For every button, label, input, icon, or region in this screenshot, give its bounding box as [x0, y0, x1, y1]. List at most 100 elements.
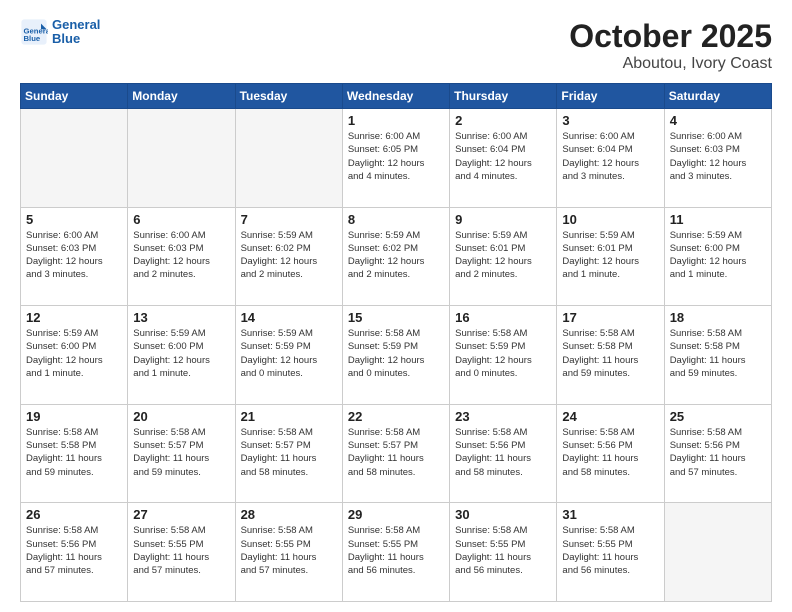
calendar-week-row: 12Sunrise: 5:59 AM Sunset: 6:00 PM Dayli…	[21, 306, 772, 405]
day-number: 19	[26, 409, 122, 424]
table-row: 8 Sunrise: 5:59 AM Sunset: 6:02 PM Daylig…	[342, 207, 449, 306]
table-row: 11 Sunrise: 5:59 AM Sunset: 6:00 PM Dayli…	[664, 207, 771, 306]
table-row: 29Sunrise: 5:58 AM Sunset: 5:55 PM Dayli…	[342, 503, 449, 602]
day-info: Sunrise: 6:00 AM Sunset: 6:03 PM Dayligh…	[670, 130, 766, 183]
day-info: Sunrise: 5:58 AM Sunset: 5:57 PM Dayligh…	[348, 426, 444, 479]
day-number: 4	[670, 113, 766, 128]
day-number: 6	[133, 212, 229, 227]
table-row: 23 Sunrise: 5:58 AM Sunset: 5:56 PM Dayli…	[450, 404, 557, 503]
logo-blue: Blue	[52, 32, 100, 46]
table-row: 4 Sunrise: 6:00 AM Sunset: 6:03 PM Daylig…	[664, 109, 771, 208]
table-row: 12Sunrise: 5:59 AM Sunset: 6:00 PM Dayli…	[21, 306, 128, 405]
table-row: 31Sunrise: 5:58 AM Sunset: 5:55 PM Dayli…	[557, 503, 664, 602]
table-row: 16 Sunrise: 5:58 AM Sunset: 5:59 PM Dayli…	[450, 306, 557, 405]
col-friday: Friday	[557, 84, 664, 109]
day-number: 5	[26, 212, 122, 227]
table-row: 28 Sunrise: 5:58 AM Sunset: 5:55 PM Dayli…	[235, 503, 342, 602]
day-number: 17	[562, 310, 658, 325]
table-row: 27Sunrise: 5:58 AM Sunset: 5:55 PM Dayli…	[128, 503, 235, 602]
day-info: Sunrise: 5:59 AM Sunset: 6:00 PM Dayligh…	[133, 327, 229, 380]
day-number: 18	[670, 310, 766, 325]
day-info: Sunrise: 5:59 AM Sunset: 5:59 PM Dayligh…	[241, 327, 337, 380]
day-number: 15	[348, 310, 444, 325]
table-row: 19 Sunrise: 5:58 AM Sunset: 5:58 PM Dayli…	[21, 404, 128, 503]
table-row: 9 Sunrise: 5:59 AM Sunset: 6:01 PM Daylig…	[450, 207, 557, 306]
day-number: 28	[241, 507, 337, 522]
logo-icon: General Blue	[20, 18, 48, 46]
table-row: 30 Sunrise: 5:58 AM Sunset: 5:55 PM Dayli…	[450, 503, 557, 602]
table-row: 17Sunrise: 5:58 AM Sunset: 5:58 PM Dayli…	[557, 306, 664, 405]
table-row: 2 Sunrise: 6:00 AM Sunset: 6:04 PM Daylig…	[450, 109, 557, 208]
day-info: Sunrise: 5:58 AM Sunset: 5:56 PM Dayligh…	[455, 426, 551, 479]
day-info: Sunrise: 5:59 AM Sunset: 6:01 PM Dayligh…	[562, 229, 658, 282]
day-info: Sunrise: 6:00 AM Sunset: 6:04 PM Dayligh…	[562, 130, 658, 183]
table-row	[664, 503, 771, 602]
day-info: Sunrise: 5:58 AM Sunset: 5:57 PM Dayligh…	[241, 426, 337, 479]
day-info: Sunrise: 5:58 AM Sunset: 5:55 PM Dayligh…	[455, 524, 551, 577]
title-block: October 2025 Aboutou, Ivory Coast	[569, 18, 772, 73]
table-row: 5 Sunrise: 6:00 AM Sunset: 6:03 PM Daylig…	[21, 207, 128, 306]
table-row: 1 Sunrise: 6:00 AM Sunset: 6:05 PM Daylig…	[342, 109, 449, 208]
table-row: 18 Sunrise: 5:58 AM Sunset: 5:58 PM Dayli…	[664, 306, 771, 405]
day-number: 9	[455, 212, 551, 227]
day-info: Sunrise: 5:59 AM Sunset: 6:02 PM Dayligh…	[241, 229, 337, 282]
day-info: Sunrise: 5:58 AM Sunset: 5:55 PM Dayligh…	[241, 524, 337, 577]
table-row: 25 Sunrise: 5:58 AM Sunset: 5:56 PM Dayli…	[664, 404, 771, 503]
table-row	[235, 109, 342, 208]
day-number: 20	[133, 409, 229, 424]
table-row: 3 Sunrise: 6:00 AM Sunset: 6:04 PM Daylig…	[557, 109, 664, 208]
table-row: 26Sunrise: 5:58 AM Sunset: 5:56 PM Dayli…	[21, 503, 128, 602]
day-number: 16	[455, 310, 551, 325]
day-info: Sunrise: 5:59 AM Sunset: 6:00 PM Dayligh…	[670, 229, 766, 282]
page: General Blue General Blue October 2025 A…	[0, 0, 792, 612]
day-number: 30	[455, 507, 551, 522]
col-wednesday: Wednesday	[342, 84, 449, 109]
col-monday: Monday	[128, 84, 235, 109]
day-info: Sunrise: 5:59 AM Sunset: 6:01 PM Dayligh…	[455, 229, 551, 282]
day-info: Sunrise: 5:58 AM Sunset: 5:59 PM Dayligh…	[455, 327, 551, 380]
col-tuesday: Tuesday	[235, 84, 342, 109]
day-info: Sunrise: 5:58 AM Sunset: 5:58 PM Dayligh…	[670, 327, 766, 380]
day-number: 24	[562, 409, 658, 424]
day-number: 27	[133, 507, 229, 522]
day-info: Sunrise: 5:58 AM Sunset: 5:58 PM Dayligh…	[26, 426, 122, 479]
day-info: Sunrise: 5:59 AM Sunset: 6:02 PM Dayligh…	[348, 229, 444, 282]
table-row: 13Sunrise: 5:59 AM Sunset: 6:00 PM Dayli…	[128, 306, 235, 405]
day-info: Sunrise: 6:00 AM Sunset: 6:03 PM Dayligh…	[26, 229, 122, 282]
day-info: Sunrise: 5:58 AM Sunset: 5:56 PM Dayligh…	[26, 524, 122, 577]
day-number: 22	[348, 409, 444, 424]
day-number: 3	[562, 113, 658, 128]
table-row: 21 Sunrise: 5:58 AM Sunset: 5:57 PM Dayli…	[235, 404, 342, 503]
day-number: 1	[348, 113, 444, 128]
table-row	[21, 109, 128, 208]
table-row: 6 Sunrise: 6:00 AM Sunset: 6:03 PM Daylig…	[128, 207, 235, 306]
table-row: 15Sunrise: 5:58 AM Sunset: 5:59 PM Dayli…	[342, 306, 449, 405]
col-thursday: Thursday	[450, 84, 557, 109]
day-number: 2	[455, 113, 551, 128]
day-number: 23	[455, 409, 551, 424]
calendar-title: October 2025	[569, 18, 772, 55]
day-info: Sunrise: 6:00 AM Sunset: 6:05 PM Dayligh…	[348, 130, 444, 183]
logo-general: General	[52, 18, 100, 32]
day-info: Sunrise: 6:00 AM Sunset: 6:03 PM Dayligh…	[133, 229, 229, 282]
svg-text:Blue: Blue	[24, 34, 41, 43]
calendar-week-row: 5 Sunrise: 6:00 AM Sunset: 6:03 PM Daylig…	[21, 207, 772, 306]
table-row	[128, 109, 235, 208]
table-row: 24 Sunrise: 5:58 AM Sunset: 5:56 PM Dayli…	[557, 404, 664, 503]
day-info: Sunrise: 6:00 AM Sunset: 6:04 PM Dayligh…	[455, 130, 551, 183]
calendar-header-row: Sunday Monday Tuesday Wednesday Thursday…	[21, 84, 772, 109]
calendar-table: Sunday Monday Tuesday Wednesday Thursday…	[20, 83, 772, 602]
day-number: 11	[670, 212, 766, 227]
calendar-subtitle: Aboutou, Ivory Coast	[569, 55, 772, 73]
day-number: 25	[670, 409, 766, 424]
day-info: Sunrise: 5:58 AM Sunset: 5:55 PM Dayligh…	[562, 524, 658, 577]
day-number: 14	[241, 310, 337, 325]
day-info: Sunrise: 5:58 AM Sunset: 5:57 PM Dayligh…	[133, 426, 229, 479]
day-number: 10	[562, 212, 658, 227]
day-number: 21	[241, 409, 337, 424]
day-number: 8	[348, 212, 444, 227]
day-info: Sunrise: 5:58 AM Sunset: 5:56 PM Dayligh…	[562, 426, 658, 479]
col-saturday: Saturday	[664, 84, 771, 109]
logo: General Blue General Blue	[20, 18, 100, 47]
day-info: Sunrise: 5:58 AM Sunset: 5:56 PM Dayligh…	[670, 426, 766, 479]
